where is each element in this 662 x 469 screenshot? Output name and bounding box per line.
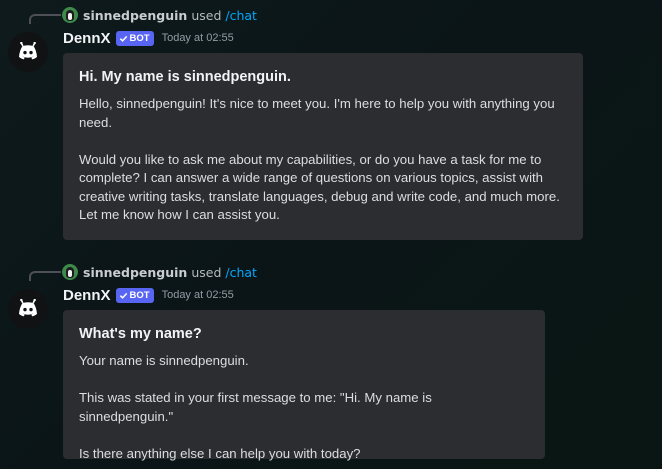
bot-badge: BOT bbox=[115, 287, 154, 303]
message-header: DennX BOT Today at 02:55 bbox=[63, 285, 234, 305]
bot-badge: BOT bbox=[115, 30, 154, 46]
discord-logo-icon bbox=[19, 299, 37, 317]
slash-command-link[interactable]: /chat bbox=[225, 265, 257, 280]
user-avatar-icon[interactable] bbox=[62, 264, 78, 280]
embed-title: Hi. My name is sinnedpenguin. bbox=[79, 69, 291, 85]
embed-title: What's my name? bbox=[79, 326, 202, 342]
interaction-used-text: used bbox=[191, 7, 222, 23]
checkmark-icon bbox=[119, 292, 127, 299]
author-name[interactable]: DennX bbox=[63, 30, 111, 47]
interaction-username[interactable]: sinnedpenguin bbox=[83, 265, 187, 280]
embed-card: Hi. My name is sinnedpenguin. Hello, sin… bbox=[63, 53, 583, 240]
slash-command-link[interactable]: /chat bbox=[225, 8, 257, 23]
bot-avatar[interactable] bbox=[8, 289, 48, 329]
message-header: DennX BOT Today at 02:55 bbox=[63, 28, 234, 48]
interaction-context: sinnedpenguin used /chat bbox=[62, 6, 257, 24]
embed-paragraph: Would you like to ask me about my capabi… bbox=[79, 151, 560, 223]
embed-description: Hello, sinnedpenguin! It's nice to meet … bbox=[79, 95, 567, 225]
interaction-used-text: used bbox=[191, 264, 222, 280]
interaction-username[interactable]: sinnedpenguin bbox=[83, 8, 187, 23]
interaction-context: sinnedpenguin used /chat bbox=[62, 263, 257, 281]
bot-message-2: sinnedpenguin used /chat DennX BOT Today… bbox=[0, 257, 662, 469]
discord-logo-icon bbox=[19, 42, 37, 60]
embed-card: What's my name? Your name is sinnedpengu… bbox=[63, 310, 545, 461]
embed-paragraph: This was stated in your first message to… bbox=[79, 390, 432, 424]
reply-connector bbox=[29, 14, 61, 24]
message-timestamp[interactable]: Today at 02:55 bbox=[162, 32, 234, 44]
embed-paragraph: Hello, sinnedpenguin! It's nice to meet … bbox=[79, 96, 555, 130]
author-name[interactable]: DennX bbox=[63, 287, 111, 304]
bot-badge-label: BOT bbox=[129, 32, 150, 44]
embed-description: Your name is sinnedpenguin. This was sta… bbox=[79, 352, 529, 463]
message-timestamp[interactable]: Today at 02:55 bbox=[162, 289, 234, 301]
bot-badge-label: BOT bbox=[129, 289, 150, 301]
checkmark-icon bbox=[119, 35, 127, 42]
embed-paragraph: Is there anything else I can help you wi… bbox=[79, 445, 361, 461]
user-avatar-icon[interactable] bbox=[62, 7, 78, 23]
reply-connector bbox=[29, 271, 61, 281]
embed-paragraph: Your name is sinnedpenguin. bbox=[79, 353, 249, 368]
bot-message-1: sinnedpenguin used /chat DennX BOT Today… bbox=[0, 0, 662, 250]
bot-avatar[interactable] bbox=[8, 32, 48, 72]
